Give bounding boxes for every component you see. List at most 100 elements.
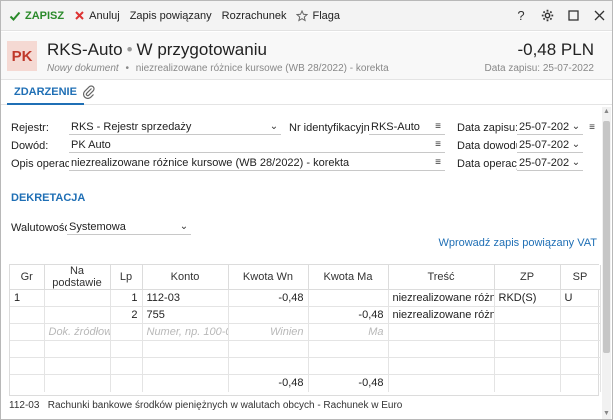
table-row[interactable]: 1 1 112-03 -0,48 niezrealizowane różni..… (10, 289, 601, 307)
settlement-button[interactable]: Rozrachunek (217, 5, 292, 27)
entry-date-value: 25-07-2022 (519, 120, 569, 133)
document-title-name: RKS-Auto (47, 40, 123, 59)
list-icon[interactable]: ≡ (431, 121, 445, 132)
empty-row (10, 357, 601, 375)
document-status: W przygotowaniu (136, 40, 267, 59)
col-debit[interactable]: Kwota Wn (228, 265, 309, 290)
scrollbar-thumb[interactable] (603, 121, 610, 353)
cancel-button[interactable]: Anuluj (69, 5, 125, 27)
linked-entry-button[interactable]: Zapis powiązany (125, 5, 217, 27)
list-icon[interactable]: ≡ (586, 122, 598, 133)
col-credit[interactable]: Kwota Ma (308, 265, 389, 290)
col-lp[interactable]: Lp (110, 265, 143, 290)
register-label: Rejestr: (11, 122, 49, 134)
cell-description[interactable]: niezrealizowane różni... (388, 306, 495, 324)
cell-gr[interactable] (10, 306, 45, 324)
check-icon (9, 11, 21, 21)
proof-value: PK Auto (71, 138, 111, 151)
table-header-row: Gr Na podstawie Lp Konto Kwota Wn Kwota … (10, 265, 601, 290)
col-sp[interactable]: SP (560, 265, 601, 290)
star-icon (296, 9, 309, 22)
currency-mode-value: Systemowa (69, 220, 126, 233)
cell-zp[interactable]: RKD(S) (494, 289, 561, 307)
empty-row (10, 340, 601, 358)
document-title: RKS-Auto • W przygotowaniu (47, 40, 267, 59)
source-placeholder[interactable]: Dok. źródłowy (44, 323, 111, 341)
col-gr[interactable]: Gr (10, 265, 45, 290)
cell-credit[interactable]: -0,48 (308, 306, 389, 324)
list-icon[interactable]: ≡ (431, 157, 445, 168)
close-window-icon[interactable] (586, 5, 612, 27)
currency-mode-label: Walutowość: (11, 222, 73, 234)
cell-debit[interactable]: -0,48 (228, 289, 309, 307)
help-icon[interactable]: ? (508, 5, 534, 27)
chevron-down-icon: ⌄ (179, 221, 189, 232)
cell-sp[interactable] (560, 306, 601, 324)
save-button[interactable]: ZAPISZ (4, 5, 69, 27)
document-amount: -0,48 PLN (517, 40, 594, 59)
cell-zp[interactable] (494, 306, 561, 324)
entry-date-menu[interactable]: ≡ (584, 119, 598, 135)
document-subtitle: Nowy dokument • niezrealizowane różnice … (47, 63, 389, 74)
tab-event[interactable]: ZDARZENIE (7, 81, 84, 105)
document-date: Data zapisu: 25-07-2022 (484, 63, 594, 74)
scroll-up-icon[interactable]: ▲ (602, 107, 611, 117)
col-description[interactable]: Treść (388, 265, 495, 290)
attachment-icon[interactable] (82, 85, 95, 102)
proof-date-value: 25-07-2022 (519, 138, 569, 151)
currency-mode-select[interactable]: Systemowa ⌄ (67, 219, 191, 235)
cell-gr[interactable]: 1 (10, 289, 45, 307)
scroll-down-icon[interactable]: ▼ (602, 409, 611, 419)
close-icon (75, 11, 84, 20)
proof-date-field[interactable]: 25-07-2022 ⌄ (517, 137, 583, 153)
add-vat-entry-link[interactable]: Wprowadź zapis powiązany VAT (438, 237, 597, 249)
total-debit: -0,48 (228, 374, 309, 392)
credit-placeholder[interactable]: Ma (308, 323, 389, 341)
col-zp[interactable]: ZP (494, 265, 561, 290)
total-credit: -0,48 (308, 374, 389, 392)
cell-description[interactable]: niezrealizowane różni... (388, 289, 495, 307)
vertical-scrollbar[interactable]: ▲ ▼ (602, 107, 611, 419)
col-account[interactable]: Konto (142, 265, 229, 290)
chevron-down-icon: ⌄ (571, 157, 581, 168)
table-row[interactable]: 2 755 -0,48 niezrealizowane różni... (10, 306, 601, 324)
linked-entry-label: Zapis powiązany (129, 9, 212, 22)
maximize-icon[interactable] (560, 5, 586, 27)
operation-date-field[interactable]: 25-07-2022 ⌄ (517, 155, 583, 171)
cell-source[interactable] (44, 306, 111, 324)
flag-label: Flaga (312, 9, 340, 22)
id-number-field[interactable]: RKS-Auto ≡ (369, 119, 445, 135)
posting-table: Gr Na podstawie Lp Konto Kwota Wn Kwota … (9, 264, 601, 396)
new-document-label: Nowy dokument (47, 63, 119, 74)
entry-date-field[interactable]: 25-07-2022 ⌄ (517, 119, 583, 135)
id-number-value: RKS-Auto (371, 120, 420, 133)
register-select[interactable]: RKS - Rejestr sprzedaży ⌄ (69, 119, 281, 135)
cell-lp[interactable]: 2 (110, 306, 143, 324)
cell-debit[interactable] (228, 306, 309, 324)
id-number-label: Nr identyfikacyjny: (289, 122, 379, 134)
operation-description-value: niezrealizowane różnice kursowe (WB 28/2… (71, 156, 350, 169)
debit-placeholder[interactable]: Winien (228, 323, 309, 341)
gear-icon[interactable] (534, 5, 560, 27)
document-description: niezrealizowane różnice kursowe (WB 28/2… (135, 63, 389, 74)
flag-button[interactable]: Flaga (291, 5, 345, 27)
new-row[interactable]: Dok. źródłowy Numer, np. 100-01 Winien M… (10, 323, 601, 341)
operation-date-value: 25-07-2022 (519, 156, 569, 169)
col-source[interactable]: Na podstawie (44, 265, 111, 290)
cell-account[interactable]: 112-03 (142, 289, 229, 307)
cell-account[interactable]: 755 (142, 306, 229, 324)
proof-label: Dowód: (11, 140, 49, 152)
account-description-note: 112-03 Rachunki bankowe środków pieniężn… (9, 400, 403, 411)
operation-description-field[interactable]: niezrealizowane różnice kursowe (WB 28/2… (69, 155, 445, 171)
cell-sp[interactable]: U (560, 289, 601, 307)
toolbar: ZAPISZ Anuluj Zapis powiązany Rozrachune… (1, 1, 612, 31)
list-icon[interactable]: ≡ (431, 139, 445, 150)
operation-date-label: Data operacji: (457, 158, 525, 170)
proof-field[interactable]: PK Auto ≡ (69, 137, 445, 153)
chevron-down-icon: ⌄ (571, 121, 581, 132)
cell-lp[interactable]: 1 (110, 289, 143, 307)
cell-credit[interactable] (308, 289, 389, 307)
save-label: ZAPISZ (25, 9, 65, 22)
account-placeholder[interactable]: Numer, np. 100-01 (142, 323, 229, 341)
cell-source[interactable] (44, 289, 111, 307)
